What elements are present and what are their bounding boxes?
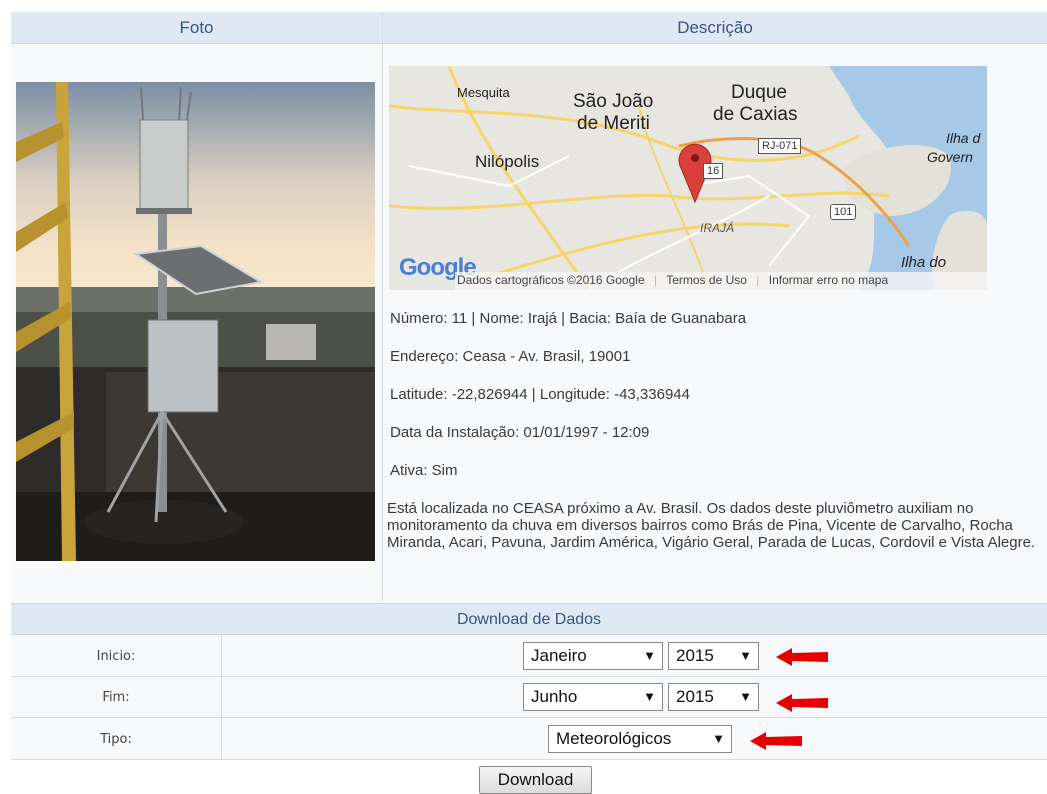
map-footer: Dados cartográficos ©2016 Google | Termo…	[455, 272, 987, 290]
dropdown-arrow-icon: ▼	[643, 689, 656, 704]
row-divider-2	[11, 717, 1047, 718]
map-label-nilopolis: Nilópolis	[475, 152, 540, 171]
label-column-divider	[221, 635, 222, 759]
road-shield-rj071: RJ-071	[758, 138, 802, 154]
dropdown-arrow-icon: ▼	[643, 648, 656, 663]
tipo-label: Tipo:	[100, 732, 132, 747]
map-label-ilha-d: Ilha d	[946, 130, 981, 146]
row-divider-3	[11, 759, 1047, 760]
download-section-header: Download de Dados	[11, 603, 1047, 635]
station-install-date: Data da Instalação: 01/01/1997 - 12:09	[390, 424, 650, 441]
map-copyright: Dados cartográficos ©2016 Google	[457, 273, 645, 287]
station-active: Ativa: Sim	[390, 462, 458, 479]
red-arrow-icon	[750, 732, 802, 750]
download-header-label: Download de Dados	[456, 611, 602, 628]
map-report-error-link[interactable]: Informar erro no mapa	[769, 273, 888, 287]
inicio-year-value: 2015	[676, 646, 714, 665]
inicio-label: Inicio:	[96, 649, 136, 664]
map-terms-link[interactable]: Termos de Uso	[666, 273, 747, 287]
red-arrow-icon	[776, 648, 828, 666]
download-button[interactable]: Download	[479, 766, 592, 794]
row-divider-1	[11, 676, 1047, 677]
dropdown-arrow-icon: ▼	[739, 689, 752, 704]
tipo-value: Meteorológicos	[556, 729, 672, 748]
inicio-year-select[interactable]: 2015 ▼	[668, 642, 759, 670]
station-coordinates: Latitude: -22,826944 | Longitude: -43,33…	[390, 386, 690, 403]
description-column-header: Descrição	[383, 12, 1047, 44]
fim-year-value: 2015	[676, 687, 714, 706]
station-number-name: Número: 11 | Nome: Irajá | Bacia: Baía d…	[390, 310, 747, 327]
station-photo	[16, 82, 375, 561]
photo-header-label: Foto	[179, 18, 214, 37]
station-address: Endereço: Ceasa - Av. Brasil, 19001	[390, 348, 631, 365]
fim-label: Fim:	[102, 690, 130, 705]
description-header-label: Descrição	[677, 18, 753, 37]
inicio-month-select[interactable]: Janeiro ▼	[523, 642, 663, 670]
location-map[interactable]: Mesquita São João de Meriti Duque de Cax…	[389, 66, 987, 290]
station-description: Está localizada no CEASA próximo a Av. B…	[387, 500, 1036, 551]
column-divider	[382, 12, 383, 602]
fim-month-value: Junho	[531, 687, 578, 706]
map-label-sao-joao: São João	[573, 91, 654, 112]
map-label-iraja: IRAJÁ	[700, 221, 735, 235]
map-label-de-meriti: de Meriti	[577, 113, 650, 134]
dropdown-arrow-icon: ▼	[712, 731, 725, 746]
map-label-mesquita: Mesquita	[457, 85, 510, 100]
inicio-month-value: Janeiro	[531, 646, 587, 665]
fim-year-select[interactable]: 2015 ▼	[668, 683, 759, 711]
tipo-select[interactable]: Meteorológicos ▼	[548, 725, 732, 753]
photo-column-header: Foto	[11, 12, 382, 44]
dropdown-arrow-icon: ▼	[739, 648, 752, 663]
map-label-de-caxias: de Caxias	[713, 104, 798, 125]
map-label-govern: Govern	[927, 149, 973, 165]
red-arrow-icon	[776, 694, 828, 712]
map-label-ilha-do: Ilha do	[901, 254, 947, 271]
map-label-duque: Duque	[731, 82, 787, 103]
road-shield-101: 101	[830, 204, 857, 220]
road-shield-116: 16	[703, 163, 724, 179]
fim-month-select[interactable]: Junho ▼	[523, 683, 663, 711]
